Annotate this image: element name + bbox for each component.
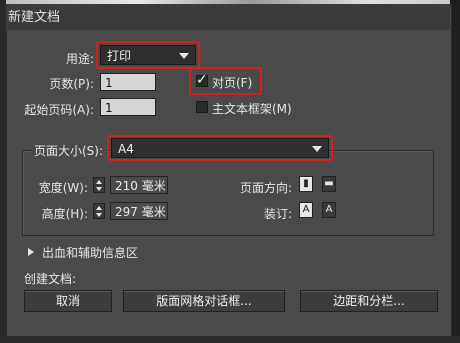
- width-stepper[interactable]: [93, 177, 105, 193]
- height-stepper[interactable]: [93, 203, 105, 219]
- portrait-icon[interactable]: ▮: [299, 176, 313, 192]
- create-document-label: 创建文档:: [24, 272, 77, 286]
- primary-text-frame-checkbox[interactable]: [196, 101, 208, 113]
- purpose-label: 用途:: [65, 52, 94, 66]
- start-page-input[interactable]: 1: [100, 98, 156, 116]
- background-strip-bottom: [0, 336, 460, 343]
- purpose-value: 打印: [107, 49, 132, 63]
- arrow-down-icon: [96, 213, 102, 217]
- bleed-section-label[interactable]: 出血和辅助信息区: [42, 244, 138, 261]
- expand-triangle-icon[interactable]: [28, 248, 34, 256]
- layout-grid-button[interactable]: 版面网格对话框...: [123, 290, 285, 312]
- width-label: 宽度(W):: [38, 181, 88, 195]
- checkmark-icon: ✓: [196, 72, 208, 88]
- dialog-title: 新建文档: [8, 10, 61, 25]
- cancel-button[interactable]: 取消: [24, 290, 112, 312]
- page-size-value: A4: [118, 142, 134, 156]
- pages-input[interactable]: 1: [100, 73, 156, 91]
- chevron-down-icon: [312, 146, 322, 152]
- primary-text-frame-label[interactable]: 主文本框架(M): [212, 100, 292, 117]
- pages-label: 页数(P):: [49, 77, 94, 91]
- arrow-up-icon: [96, 206, 102, 210]
- margins-columns-button[interactable]: 边距和分栏...: [300, 290, 438, 312]
- dialog-titlebar: [6, 4, 450, 30]
- height-label: 高度(H):: [41, 207, 88, 221]
- orientation-label: 页面方向:: [240, 181, 293, 195]
- binding-left-icon[interactable]: A: [299, 202, 313, 218]
- facing-pages-label[interactable]: 对页(F): [212, 74, 252, 91]
- binding-right-icon[interactable]: A: [322, 202, 336, 218]
- landscape-icon[interactable]: ▬: [322, 176, 336, 192]
- arrow-up-icon: [96, 180, 102, 184]
- width-input[interactable]: 210 毫米: [110, 176, 168, 194]
- chevron-down-icon: [179, 53, 189, 59]
- facing-pages-checkbox[interactable]: ✓: [196, 72, 208, 88]
- arrow-down-icon: [96, 187, 102, 191]
- purpose-select[interactable]: 打印: [100, 45, 196, 65]
- page-size-label: 页面大小(S):: [34, 144, 104, 158]
- start-page-label: 起始页码(A):: [24, 103, 94, 117]
- height-input[interactable]: 297 毫米: [110, 202, 168, 220]
- binding-label: 装订:: [264, 207, 293, 221]
- page-size-select[interactable]: A4: [111, 138, 329, 158]
